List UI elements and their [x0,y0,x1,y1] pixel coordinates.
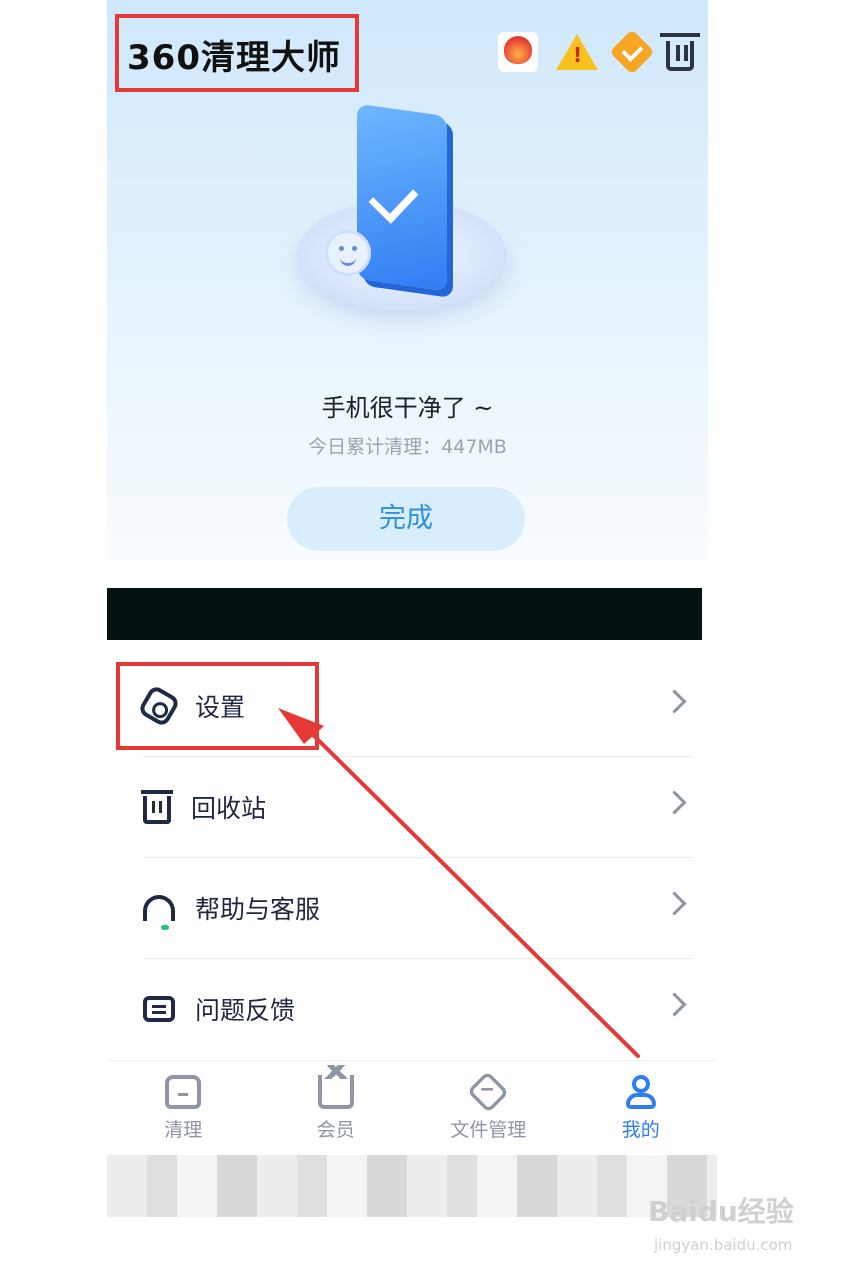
nav-tab-vip[interactable]: 会员 [260,1061,413,1153]
blurred-area [107,1155,717,1217]
chevron-right-icon [662,689,687,714]
vip-gem-icon[interactable] [609,29,655,75]
nav-tab-clean[interactable]: 清理 [107,1061,260,1153]
check-icon [368,172,419,224]
done-button[interactable]: 完成 [287,487,525,551]
title-highlight-box [115,14,359,92]
nav-label: 我的 [621,1119,660,1141]
menu-item-feedback[interactable]: 问题反馈 [107,958,717,1059]
nav-label: 清理 [164,1119,203,1141]
chevron-right-icon [662,891,687,916]
hot-badge-icon[interactable] [498,32,538,72]
warning-icon[interactable]: ! [556,34,598,70]
menu-item-recycle-bin[interactable]: 回收站 [107,756,717,857]
clean-phone-illustration [297,103,527,340]
menu-item-label: 帮助与客服 [195,894,321,924]
nav-label: 文件管理 [450,1119,527,1141]
recycle-bin-icon [141,789,173,824]
trash-icon[interactable] [660,33,700,71]
watermark-url: jingyan.baidu.com [654,1236,793,1254]
chevron-right-icon [662,790,687,815]
headset-icon [143,894,175,930]
menu-item-label: 问题反馈 [195,995,296,1025]
chevron-right-icon [662,992,687,1017]
watermark-brand: Baidu经验 [648,1195,794,1228]
feedback-icon [143,995,175,1022]
nav-label: 会员 [316,1119,355,1141]
nav-tab-files[interactable]: 文件管理 [412,1061,565,1153]
file-manager-icon [467,1070,510,1114]
menu-item-help[interactable]: 帮助与客服 [107,857,717,958]
divider-bar [107,588,702,640]
nav-tab-me[interactable]: 我的 [565,1061,718,1153]
bottom-nav: 清理 会员 文件管理 我的 [107,1060,717,1153]
clean-icon [165,1075,202,1109]
header-icons: ! [498,29,700,75]
menu-item-label: 回收站 [191,793,267,823]
settings-highlight-box [116,662,319,750]
clean-total-subtitle: 今日累计清理：447MB [308,436,507,458]
smiley-icon [325,230,371,276]
profile-icon [625,1075,656,1109]
clean-status-title: 手机很干净了 ~ [321,394,494,422]
crown-icon [317,1065,354,1109]
phone-graphic [357,103,447,292]
